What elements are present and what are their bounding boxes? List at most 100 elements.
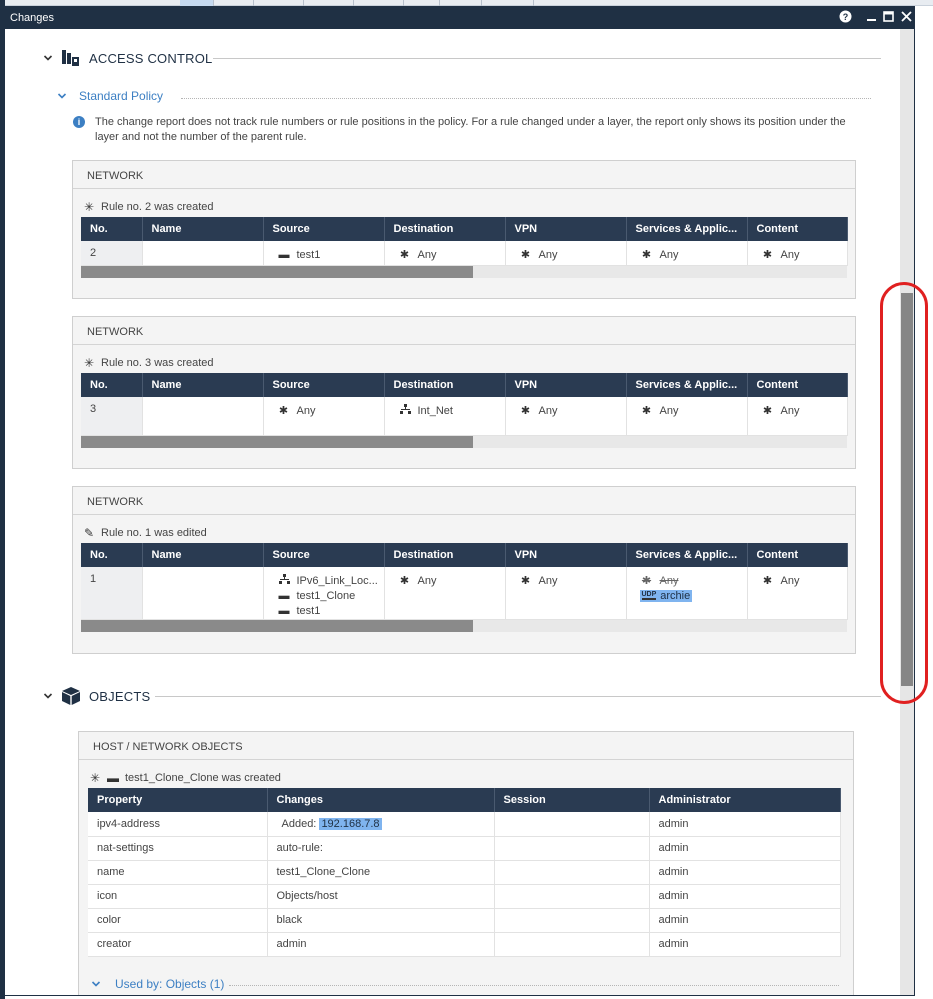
scrollbar-thumb[interactable] [81,435,473,448]
changes-cell: test1_Clone_Clone [267,860,495,885]
table-row[interactable]: name test1_Clone_Clone admin [88,860,841,885]
rule-number: 2 [81,241,143,266]
table-row[interactable]: creator admin admin [88,932,841,957]
object-changes-table: Property Changes Session Administrator i… [88,788,841,957]
column-header[interactable]: No. [81,217,143,241]
change-event: ✳ Rule no. 2 was created [73,189,855,217]
udp-service-icon: UDP [641,591,657,600]
minimize-icon[interactable] [863,10,879,26]
objects-header[interactable]: OBJECTS [43,685,150,707]
table-header-row: No. Name Source Destination VPN Services… [81,217,848,241]
info-icon: i [73,116,85,128]
column-header[interactable]: VPN [505,373,627,397]
admin-cell: admin [649,860,841,885]
column-header[interactable]: Destination [384,543,506,567]
source-value: test1 [296,604,321,617]
column-header[interactable]: Name [142,217,264,241]
policy-divider [181,98,871,99]
host-icon: ▬ [278,589,290,602]
horizontal-scrollbar[interactable] [81,435,847,448]
table-row[interactable]: icon Objects/host admin [88,884,841,909]
column-header[interactable]: Session [494,788,650,812]
column-header[interactable]: Content [747,217,848,241]
column-header[interactable]: Name [142,373,264,397]
rule-destination: ✱ Any [384,241,506,266]
property-cell: color [88,908,268,933]
rule-source: ✱ Any [263,397,385,436]
column-header[interactable]: Property [88,788,268,812]
horizontal-scrollbar[interactable] [81,265,847,278]
column-header[interactable]: Source [263,543,385,567]
cube-icon [62,687,80,705]
chevron-down-icon[interactable] [43,691,53,701]
services-added-selection[interactable]: UDP archie [639,589,693,602]
asterisk-icon: ✱ [641,405,652,417]
session-cell [494,860,650,885]
vertical-scrollbar[interactable] [900,29,914,995]
section-divider [155,696,881,697]
destination-value: Any [417,574,437,587]
services-added-value: archie [660,589,691,602]
services-value: Any [659,404,679,417]
used-by-expander[interactable]: Used by: Objects (1) [91,977,224,991]
change-value-selected[interactable]: 192.168.7.8 [319,817,382,830]
admin-cell: admin [649,884,841,909]
scrollbar-thumb[interactable] [81,265,473,278]
content-value: Any [780,574,800,587]
chevron-down-icon[interactable] [91,979,101,989]
window-title: Changes [10,12,55,24]
host-icon: ▬ [278,604,290,617]
column-header[interactable]: Destination [384,373,506,397]
policy-header[interactable]: Standard Policy [57,89,163,103]
asterisk-icon: ✱ [399,249,410,261]
used-by-label[interactable]: Used by: Objects (1) [115,977,224,991]
table-row[interactable]: 2 ▬ test1 ✱ Any ✱ Any ✱ Any ✱ Any [81,241,848,266]
column-header[interactable]: Source [263,217,385,241]
table-row[interactable]: 1 IPv6_Link_Loc... ▬ test1_Clone ▬ test1 ✱… [81,567,848,620]
column-header[interactable]: Services & Applic... [626,217,748,241]
host-icon: ▬ [278,248,290,261]
column-header[interactable]: Content [747,543,848,567]
content-value: Any [780,404,800,417]
column-header[interactable]: Changes [267,788,495,812]
vertical-scrollbar-thumb[interactable] [901,293,913,686]
horizontal-scrollbar[interactable] [81,619,847,632]
column-header[interactable]: No. [81,543,143,567]
rule-content: ✱ Any [747,397,848,436]
column-header[interactable]: VPN [505,217,627,241]
column-header[interactable]: Destination [384,217,506,241]
column-header[interactable]: Administrator [649,788,841,812]
admin-cell: admin [649,812,841,837]
column-header[interactable]: Name [142,543,264,567]
used-by-divider [229,985,839,986]
close-icon[interactable] [898,10,914,26]
scrollbar-thumb[interactable] [81,619,473,632]
help-icon[interactable]: ? [837,10,853,26]
table-row[interactable]: 3 ✱ Any Int_Net ✱ Any ✱ Any ✱ Any [81,397,848,436]
column-header[interactable]: Source [263,373,385,397]
change-prefix: Added: [281,817,317,830]
source-value: Any [296,404,316,417]
asterisk-icon: ✱ [520,249,531,261]
rule-services: ✱ Any [626,397,748,436]
chevron-down-icon[interactable] [57,91,67,101]
policy-title[interactable]: Standard Policy [79,89,163,103]
column-header[interactable]: Content [747,373,848,397]
maximize-icon[interactable] [880,10,896,26]
column-header[interactable]: VPN [505,543,627,567]
table-row[interactable]: color black admin [88,908,841,933]
event-text: Rule no. 3 was created [101,357,214,369]
column-header[interactable]: No. [81,373,143,397]
access-control-header[interactable]: ACCESS CONTROL [43,47,212,69]
services-removed-value: Any [659,574,679,587]
chevron-down-icon[interactable] [43,53,53,63]
table-row[interactable]: ipv4-address Added: 192.168.7.8 admin [88,812,841,837]
info-text: The change report does not track rule nu… [95,116,846,143]
table-row[interactable]: nat-settings auto-rule: admin [88,836,841,861]
host-network-objects-block: HOST / NETWORK OBJECTS ✳ ▬ test1_Clone_C… [78,731,854,995]
column-header[interactable]: Services & Applic... [626,543,748,567]
rule-vpn: ✱ Any [505,397,627,436]
block-header: HOST / NETWORK OBJECTS [79,732,853,760]
changes-cell: auto-rule: [267,836,495,861]
column-header[interactable]: Services & Applic... [626,373,748,397]
